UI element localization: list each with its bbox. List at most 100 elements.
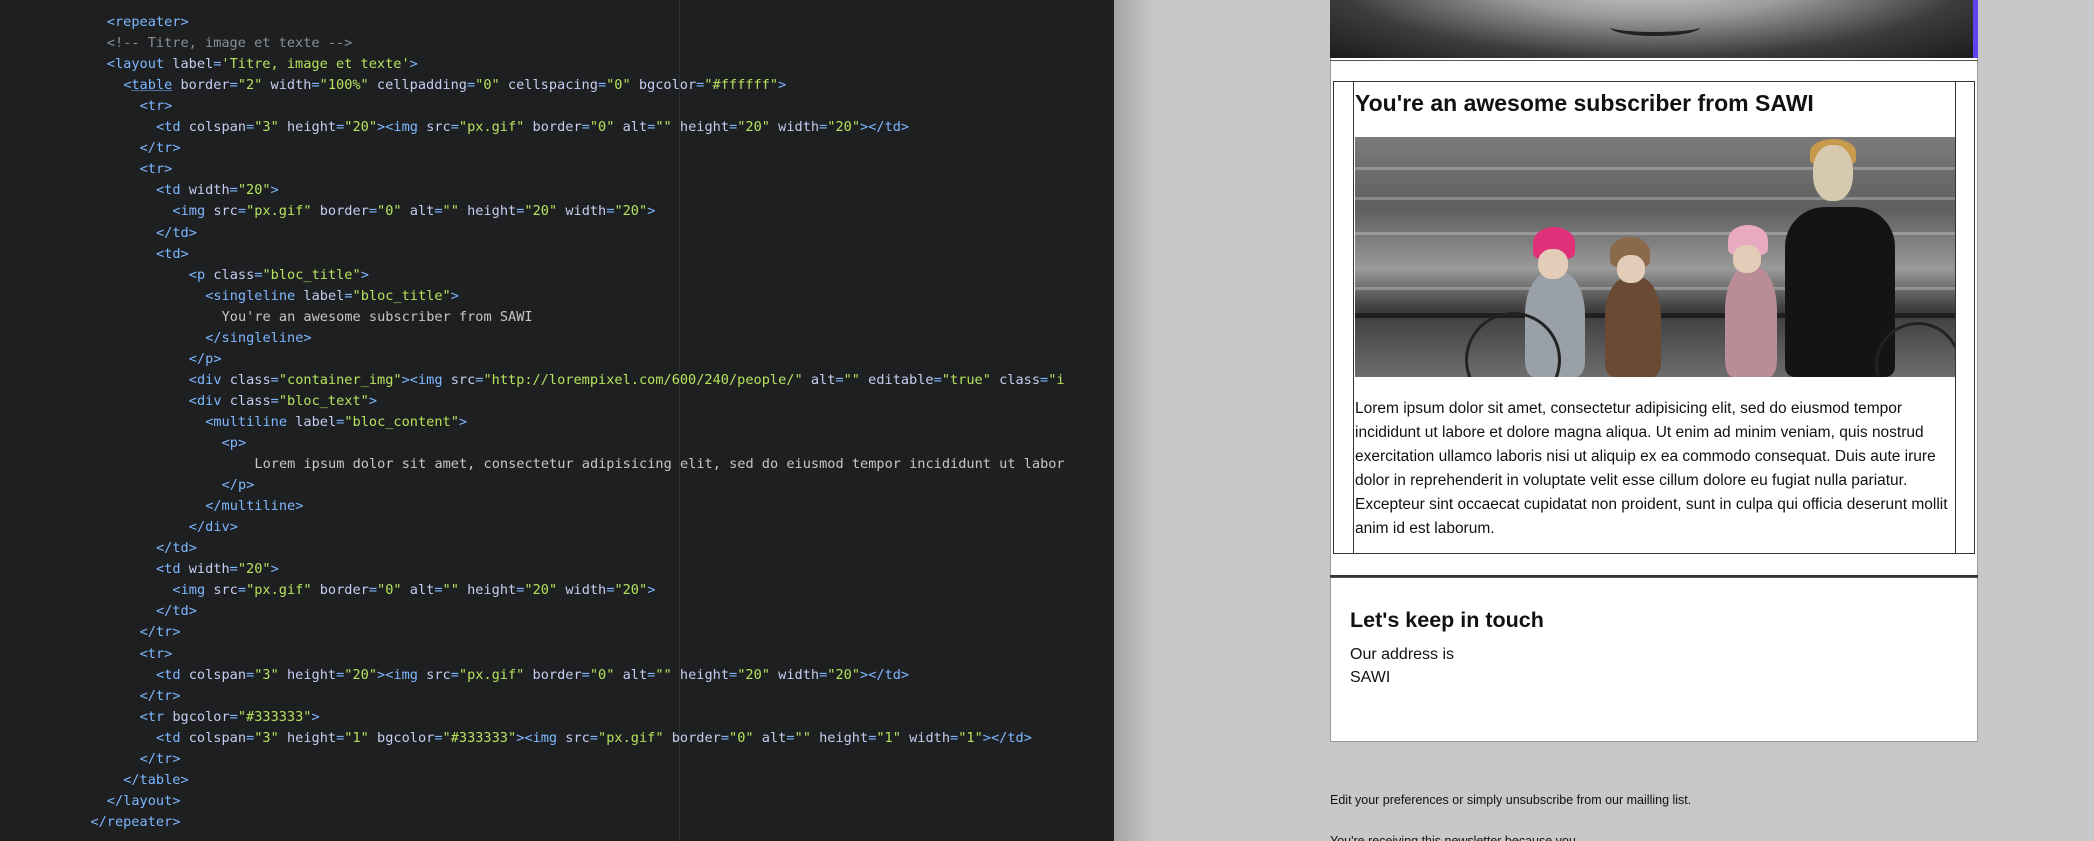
code-token: =: [434, 582, 443, 599]
code-token: =: [270, 371, 279, 388]
code-line[interactable]: </td>: [0, 223, 1114, 244]
code-token: >: [778, 77, 787, 94]
block-title[interactable]: You're an awesome subscriber from SAWI: [1355, 90, 1814, 117]
code-line[interactable]: </tr>: [0, 686, 1114, 707]
code-token: "true": [941, 371, 991, 388]
code-token: </multiline>: [205, 498, 304, 515]
code-line[interactable]: </div>: [0, 517, 1114, 538]
code-line[interactable]: You're an awesome subscriber from SAWI: [0, 307, 1114, 328]
code-token: "": [794, 729, 811, 746]
code-line[interactable]: <td>: [0, 244, 1114, 265]
code-token: =: [434, 729, 443, 746]
code-line[interactable]: <img src="px.gif" border="0" alt="" heig…: [0, 580, 1114, 601]
code-token: </singleline>: [205, 329, 312, 346]
code-token: >: [450, 287, 459, 304]
code-line[interactable]: </tr>: [0, 138, 1114, 159]
code-token: "#333333": [237, 708, 312, 725]
code-line[interactable]: </p>: [0, 475, 1114, 496]
code-token: "i: [1048, 371, 1065, 388]
code-token: =: [246, 119, 255, 136]
code-line[interactable]: </table>: [0, 770, 1114, 791]
code-line[interactable]: </td>: [0, 601, 1114, 622]
code-line[interactable]: <div class="bloc_text">: [0, 391, 1114, 412]
code-token: src: [450, 371, 476, 388]
code-line[interactable]: <tr bgcolor="#333333">: [0, 707, 1114, 728]
code-line[interactable]: <td colspan="3" height="1" bgcolor="#333…: [0, 728, 1114, 749]
code-token: height: [278, 119, 337, 136]
code-token: src: [426, 666, 451, 683]
code-line[interactable]: <p>: [0, 433, 1114, 454]
code-line[interactable]: <td colspan="3" height="20"><img src="px…: [0, 117, 1114, 138]
image-streak: [1355, 197, 1955, 200]
block-image[interactable]: [1355, 137, 1955, 377]
code-line[interactable]: <td width="20">: [0, 559, 1114, 580]
code-token: "3": [254, 666, 279, 683]
code-token: cellspacing: [499, 77, 598, 94]
code-token: "20": [614, 203, 648, 220]
code-token: <tr>: [139, 645, 173, 662]
code-token: "20": [344, 119, 378, 136]
code-token: >: [368, 392, 378, 409]
code-token: <p: [188, 266, 214, 283]
code-line[interactable]: </layout>: [0, 791, 1114, 812]
code-token: height: [278, 666, 337, 683]
code-token: <layout: [106, 56, 173, 73]
code-editor[interactable]: <repeater> <!-- Titre, image et texte -->…: [0, 0, 1114, 841]
preferences-link[interactable]: Edit your preferences or simply unsubscr…: [1330, 793, 1691, 807]
code-token: "0": [729, 729, 754, 746]
code-line[interactable]: <p class="bloc_title">: [0, 265, 1114, 286]
code-line[interactable]: <td width="20">: [0, 180, 1114, 201]
code-line[interactable]: <tr>: [0, 159, 1114, 180]
code-line[interactable]: </repeater>: [0, 812, 1114, 833]
code-line[interactable]: Lorem ipsum dolor sit amet, consectetur …: [0, 454, 1114, 475]
code-token: alt: [614, 666, 648, 683]
image-child-face: [1538, 249, 1568, 279]
code-line[interactable]: </p>: [0, 349, 1114, 370]
code-token: "0": [589, 119, 615, 136]
code-token: cellpadding: [368, 77, 467, 94]
code-token: "20": [737, 119, 770, 136]
code-line[interactable]: <multiline label="bloc_content">: [0, 412, 1114, 433]
code-token: <!-- Titre, image et texte -->: [106, 35, 353, 52]
code-line[interactable]: </multiline>: [0, 496, 1114, 517]
code-line[interactable]: <td colspan="3" height="20"><img src="px…: [0, 665, 1114, 686]
code-token: "container_img": [278, 371, 402, 388]
code-line[interactable]: <!-- Titre, image et texte -->: [0, 33, 1114, 54]
code-token: height: [458, 203, 517, 220]
code-line[interactable]: </singleline>: [0, 328, 1114, 349]
code-line[interactable]: </tr>: [0, 749, 1114, 770]
code-line[interactable]: <div class="container_img"><img src="htt…: [0, 370, 1114, 391]
image-child: [1725, 267, 1777, 377]
code-line[interactable]: </tr>: [0, 622, 1114, 643]
code-token: "20": [237, 561, 271, 578]
code-token: alt: [401, 582, 435, 599]
code-token: =: [246, 729, 255, 746]
code-token: width: [557, 203, 607, 220]
code-line[interactable]: <table border="2" width="100%" cellpaddi…: [0, 75, 1114, 96]
code-token: class: [229, 392, 271, 409]
code-token: "1": [958, 729, 983, 746]
code-line[interactable]: </td>: [0, 538, 1114, 559]
footer-address-name: SAWI: [1350, 669, 1391, 686]
code-token: =: [835, 371, 844, 388]
code-token: =: [933, 371, 942, 388]
code-token: =: [581, 666, 590, 683]
code-token: border: [663, 729, 721, 746]
scrollbar-thumb[interactable]: [1973, 0, 1978, 58]
code-line[interactable]: <repeater>: [0, 12, 1114, 33]
block-text[interactable]: Lorem ipsum dolor sit amet, consectetur …: [1355, 397, 1955, 541]
code-token: =: [434, 203, 443, 220]
code-token: alt: [802, 371, 836, 388]
code-line[interactable]: <tr>: [0, 96, 1114, 117]
code-token: <td: [156, 666, 189, 683]
code-line[interactable]: <tr>: [0, 644, 1114, 665]
image-child-face: [1617, 255, 1645, 283]
code-line[interactable]: <layout label='Titre, image et texte'>: [0, 54, 1114, 75]
code-line[interactable]: <img src="px.gif" border="0" alt="" heig…: [0, 201, 1114, 222]
code-token: ></td>: [860, 666, 910, 683]
code-line[interactable]: <singleline label="bloc_title">: [0, 286, 1114, 307]
code-token: colspan: [188, 729, 247, 746]
code-token: 'Titre, image et texte': [221, 56, 410, 73]
footer-address-label: Our address is: [1350, 646, 1455, 663]
code-token: </div>: [188, 519, 238, 536]
